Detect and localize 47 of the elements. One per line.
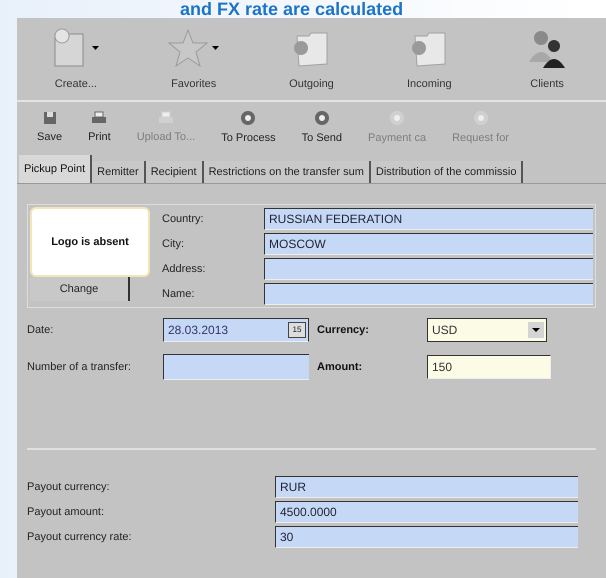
field-label: Currency:	[317, 322, 370, 338]
field-label: Number of a transfer:	[27, 360, 132, 375]
amount-field[interactable]: 150	[427, 355, 551, 379]
field-label: Country:	[162, 212, 205, 227]
text-field[interactable]	[163, 354, 309, 380]
tab[interactable]: Recipient	[146, 161, 204, 183]
circle-icon	[240, 110, 256, 126]
field-label: Address:	[162, 262, 206, 277]
toolbar-button[interactable]: Create...	[17, 28, 135, 92]
toolbar-button[interactable]: Print	[76, 110, 123, 146]
text-field[interactable]: 30	[275, 526, 578, 548]
text-field[interactable]	[264, 283, 593, 305]
circle-icon	[472, 110, 489, 126]
slide-title: and FX rate are calculated	[179, 0, 404, 18]
date-field[interactable]: 28.03.2013 15	[163, 318, 309, 342]
field-label: Amount:	[317, 360, 364, 375]
text-field[interactable]: RUR	[275, 476, 578, 498]
star-icon	[168, 28, 208, 68]
calendar-button[interactable]: 15	[288, 322, 306, 338]
toolbar-button[interactable]: To Send	[290, 110, 354, 146]
toolbar-button[interactable]: Favorites	[134, 28, 253, 92]
text-field[interactable]: MOSCOW	[264, 233, 593, 255]
printer-icon	[91, 110, 108, 125]
field-label: Payout amount:	[27, 504, 106, 520]
toolbar-button[interactable]: Outgoing	[252, 28, 370, 92]
text-field[interactable]: RUSSIAN FEDERATION	[264, 208, 593, 230]
change-button[interactable]: Change	[30, 277, 130, 301]
text-field[interactable]	[264, 258, 593, 280]
toolbar-button[interactable]: Incoming	[370, 28, 488, 92]
toolbar-button[interactable]: To Process	[209, 110, 288, 146]
tab[interactable]: Pickup Point	[19, 155, 92, 183]
currency-dropdown[interactable]: USD	[427, 318, 547, 342]
field-label: Payout currency rate:	[27, 530, 133, 545]
tab[interactable]: Restrictions on the transfer sum	[204, 161, 371, 183]
circle-icon	[314, 110, 330, 126]
logo-text: Logo is absent	[51, 234, 129, 250]
text-field[interactable]: 4500.0000	[275, 501, 578, 523]
field-label: Date:	[27, 322, 54, 338]
tab[interactable]: Distribution of the commissio	[370, 161, 524, 183]
tab[interactable]: Remitter	[92, 161, 146, 183]
circle-icon	[389, 110, 406, 126]
field-label: City:	[162, 236, 185, 252]
toolbar-button[interactable]: Save	[25, 110, 74, 146]
field-label: Payout currency:	[27, 480, 111, 495]
field-label: Name:	[162, 286, 196, 302]
printer-icon	[158, 110, 174, 125]
toolbar-button[interactable]: Clients	[488, 28, 606, 92]
